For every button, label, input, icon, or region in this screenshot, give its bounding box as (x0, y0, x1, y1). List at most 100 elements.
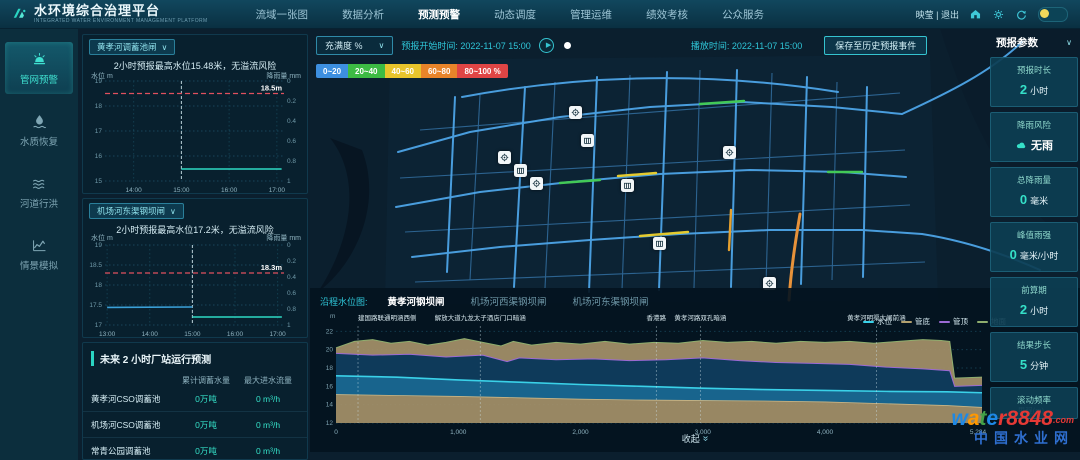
legend-chip-0: 0~20 (316, 64, 348, 78)
svg-text:0.6: 0.6 (287, 138, 296, 145)
pump-icon (500, 153, 509, 162)
nav-item-6[interactable]: 公众服务 (722, 7, 764, 22)
svg-text:17:00: 17:00 (269, 187, 286, 194)
profile-tab-2[interactable]: 机场河东渠钢坝闸 (573, 294, 649, 308)
svg-text:17:00: 17:00 (269, 331, 286, 338)
sidebar-item-0[interactable]: 管网预警 (5, 42, 73, 94)
y2-axis-caption: 降雨量 mm (266, 71, 301, 81)
sidebar-item-1[interactable]: 水质恢复 (5, 104, 73, 156)
svg-text:0.4: 0.4 (287, 274, 296, 281)
map-marker-pump-icon[interactable] (530, 177, 543, 190)
svg-text:13:00: 13:00 (99, 331, 116, 338)
param-unit: 小时 (1030, 86, 1048, 96)
col-inflow: 最大进水流量 (237, 375, 299, 386)
param-label: 预报时长 (993, 64, 1075, 76)
water-level-chart-1: 191817161500.20.40.60.8114:0015:0016:001… (87, 74, 303, 196)
watermark-logo: water8848.com (951, 408, 1074, 430)
collapse-button[interactable]: 收起 » (682, 432, 709, 445)
svg-text:1: 1 (287, 322, 291, 329)
start-time-label: 预报开始时间: 2022-11-07 15:00 (401, 39, 530, 52)
theme-toggle[interactable] (1038, 7, 1068, 22)
station-selector-2[interactable]: 机场河东渠钢坝闸∨ (89, 203, 184, 219)
collapse-label: 收起 (682, 432, 700, 445)
legend-chip-4: 80~100 % (457, 64, 507, 78)
sidebar-item-2[interactable]: 河道行洪 (5, 166, 73, 218)
sidebar-item-label: 情景模拟 (20, 261, 58, 272)
param-card-0: 预报时长 2小时 (990, 57, 1078, 107)
param-card-2: 总降雨量0毫米 (990, 167, 1078, 217)
svg-text:20: 20 (326, 347, 334, 354)
svg-text:0: 0 (334, 429, 338, 436)
inflow-value: 0 m³/h (237, 446, 299, 456)
storage-value: 0万吨 (175, 445, 237, 457)
forecast-params-panel: 预报参数 ∨ 预报时长2小时降雨风险无雨总降雨量0毫米峰值雨强0毫米/小时前算期… (990, 33, 1078, 419)
station-selector-1[interactable]: 黄孝河调蓄池闸∨ (89, 39, 175, 55)
param-value: 0 (1020, 192, 1027, 207)
svg-text:18: 18 (95, 282, 103, 289)
app-title: 水环境综合治理平台 (34, 4, 208, 17)
user-logout-link[interactable]: 映莹 | 退出 (916, 8, 959, 21)
nav-item-3[interactable]: 动态调度 (494, 7, 536, 22)
svg-text:15:00: 15:00 (184, 331, 201, 338)
map-marker-pump-icon[interactable] (723, 146, 736, 159)
param-label: 峰值雨强 (993, 229, 1075, 241)
table-title: 未来 2 小时厂站运行预测 (91, 351, 299, 366)
forecast-params-header[interactable]: 预报参数 ∨ (990, 33, 1078, 52)
svg-text:0.8: 0.8 (287, 158, 296, 165)
nav-item-4[interactable]: 管理运维 (570, 7, 612, 22)
svg-text:18: 18 (326, 365, 334, 372)
svg-text:14:00: 14:00 (142, 331, 159, 338)
map-marker-sluice-gate-icon[interactable] (621, 179, 634, 192)
station-name: 机场河CSO调蓄池 (91, 419, 175, 431)
param-card-3: 峰值雨强0毫米/小时 (990, 222, 1078, 272)
station-name: 黄孝河CSO调蓄池 (91, 393, 175, 405)
app-subtitle: INTEGRATED WATER ENVIRONMENT MANAGEMENT … (34, 18, 208, 24)
profile-label: 沿程水位图: (320, 295, 368, 308)
map-marker-pump-icon[interactable] (498, 151, 511, 164)
svg-text:建国路联通明涵西侧: 建国路联通明涵西侧 (358, 313, 417, 322)
gear-icon[interactable] (992, 8, 1005, 21)
svg-text:18: 18 (95, 103, 103, 110)
param-value: 5 (1020, 357, 1027, 372)
param-card-1: 降雨风险无雨 (990, 112, 1078, 162)
param-value: 2 (1020, 82, 1027, 97)
map-marker-sluice-gate-icon[interactable] (514, 164, 527, 177)
pump-icon (725, 148, 734, 157)
fill-rate-legend: 0~2020~4040~6060~8080~100 % (316, 64, 508, 78)
svg-text:4,000: 4,000 (817, 429, 834, 436)
logo-icon (10, 5, 28, 23)
svg-text:17.5: 17.5 (89, 302, 102, 309)
sidebar-item-3[interactable]: 情景模拟 (5, 228, 73, 280)
play-button[interactable]: ▶ (539, 38, 554, 53)
map-marker-sluice-gate-icon[interactable] (653, 237, 666, 250)
param-label: 前算期 (993, 284, 1075, 296)
pipe-forecast-panel-1: 黄孝河调蓄池闸∨ 2小时预报最高水位15.48米，无溢流风险 水位 m 降雨量 … (82, 34, 308, 194)
profile-tab-0[interactable]: 黄孝河钢坝闸 (388, 294, 445, 308)
param-label: 降雨风险 (993, 119, 1075, 131)
svg-text:0.6: 0.6 (287, 290, 296, 297)
pump-icon (571, 108, 580, 117)
storage-value: 0万吨 (175, 419, 237, 431)
home-icon[interactable] (969, 8, 982, 21)
nav-item-0[interactable]: 流域一张图 (256, 7, 309, 22)
nav-item-2[interactable]: 预测预警 (418, 7, 460, 22)
col-storage: 累计调蓄水量 (175, 375, 237, 386)
map-marker-sluice-gate-icon[interactable] (581, 134, 594, 147)
profile-tab-1[interactable]: 机场河西渠钢坝闸 (471, 294, 547, 308)
table-row: 黄孝河CSO调蓄池 0万吨 0 m³/h (83, 386, 307, 411)
nav-item-1[interactable]: 数据分析 (342, 7, 384, 22)
save-forecast-button[interactable]: 保存至历史预报事件 (824, 36, 927, 55)
map-toolbar: 充满度 %∨ 预报开始时间: 2022-11-07 15:00 ▶ 播放时间: … (316, 35, 927, 55)
svg-text:17: 17 (95, 128, 103, 135)
table-row: 常青公园调蓄池 0万吨 0 m³/h (83, 437, 307, 460)
alarm-icon (5, 51, 73, 68)
nav-item-5[interactable]: 绩效考核 (646, 7, 688, 22)
refresh-icon[interactable] (1015, 8, 1028, 21)
display-mode-select[interactable]: 充满度 %∨ (316, 36, 393, 55)
param-label: 总降雨量 (993, 174, 1075, 186)
sidebar-item-label: 管网预警 (20, 75, 58, 86)
timeline-slider-handle[interactable] (564, 42, 571, 49)
map-marker-pump-icon[interactable] (569, 106, 582, 119)
svg-text:0.4: 0.4 (287, 118, 296, 125)
svg-text:16: 16 (326, 383, 334, 390)
